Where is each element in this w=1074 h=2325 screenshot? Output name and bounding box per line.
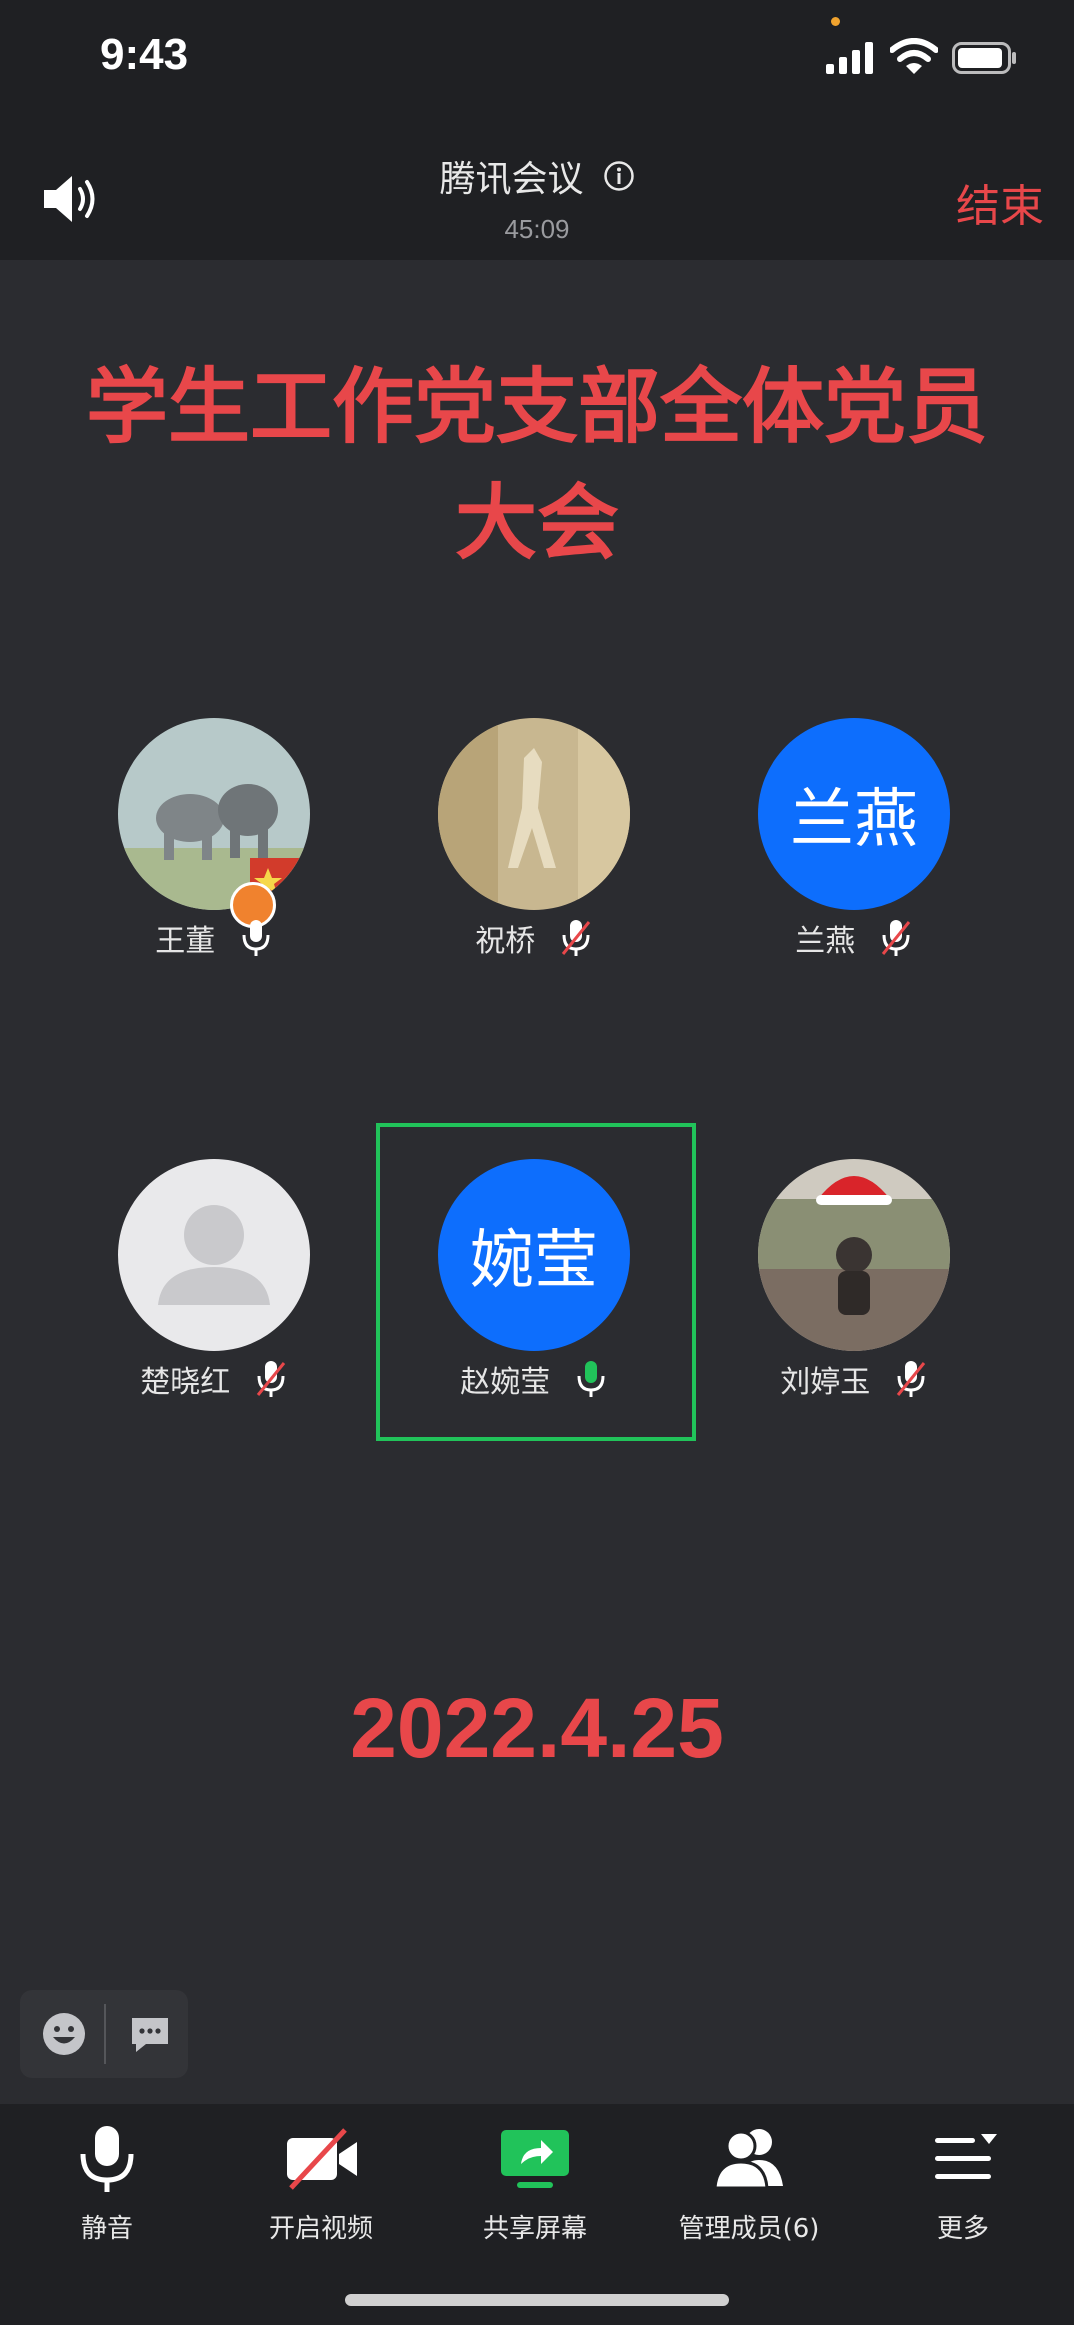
info-icon[interactable] xyxy=(603,160,635,192)
avatar xyxy=(438,718,630,910)
meeting-duration: 45:09 xyxy=(504,214,570,244)
participant-name-row: 赵婉莹 xyxy=(358,1357,710,1401)
avatar xyxy=(758,1159,950,1351)
avatar-initials: 婉莹 xyxy=(470,1224,598,1298)
participant-name: 楚晓红 xyxy=(140,1365,231,1400)
avatar-initials: 兰燕 xyxy=(790,783,918,857)
chat-icon[interactable] xyxy=(126,2010,174,2058)
share-screen-label: 共享屏幕 xyxy=(482,2214,587,2244)
more-label: 更多 xyxy=(936,2214,989,2244)
manage-members-label: 管理成员(6) xyxy=(678,2214,820,2244)
more-menu-icon xyxy=(935,2134,997,2179)
reaction-bar xyxy=(20,1990,188,2078)
mute-button[interactable]: 静音 xyxy=(0,2124,214,2244)
participant-tile[interactable]: 楚晓红 xyxy=(38,1159,358,1479)
video-off-icon xyxy=(287,2128,357,2190)
mic-muted-icon xyxy=(256,1361,285,1397)
participant-name: 兰燕 xyxy=(795,924,856,959)
participant-name-row: 祝桥 xyxy=(358,916,710,960)
home-indicator[interactable] xyxy=(345,2294,729,2306)
avatar xyxy=(118,1159,310,1351)
participant-tile[interactable]: 刘婷玉 xyxy=(678,1159,998,1479)
more-button[interactable]: 更多 xyxy=(856,2124,1070,2244)
status-bar: 9:43 xyxy=(0,0,1074,130)
banner-line-2: 大会 xyxy=(454,476,619,571)
mic-on-icon xyxy=(242,920,270,956)
status-time: 9:43 xyxy=(100,30,189,79)
participant-tile[interactable]: 王董 xyxy=(38,718,358,1038)
participant-tile[interactable]: 兰燕 兰燕 xyxy=(678,718,998,1038)
mic-muted-icon xyxy=(561,920,590,956)
participant-name: 祝桥 xyxy=(475,924,536,959)
participant-name-row: 王董 xyxy=(38,916,390,960)
banner-line-1: 学生工作党支部全体党员 xyxy=(85,360,988,455)
start-video-button[interactable]: 开启视频 xyxy=(214,2124,428,2244)
avatar: 婉莹 xyxy=(438,1159,630,1351)
participant-tile-active[interactable]: 婉莹 赵婉莹 xyxy=(358,1159,678,1479)
mic-muted-icon xyxy=(896,1361,925,1397)
members-icon xyxy=(713,2129,783,2190)
default-person-icon xyxy=(158,1205,270,1305)
participant-name: 赵婉莹 xyxy=(460,1365,551,1400)
participant-name: 刘婷玉 xyxy=(780,1365,871,1400)
meeting-banner: 学生工作党支部全体党员 大会 xyxy=(60,350,1014,582)
christmas-hat-photo-icon xyxy=(758,1159,950,1351)
bottom-toolbar: 静音 开启视频 共享屏幕 管理成员(6) 更多 xyxy=(0,2104,1074,2325)
cellular-signal-icon xyxy=(826,42,873,74)
participant-tile[interactable]: 祝桥 xyxy=(358,718,678,1038)
meeting-title: 腾讯会议 xyxy=(439,159,584,200)
wifi-icon xyxy=(890,38,938,74)
emoji-icon[interactable] xyxy=(38,2008,90,2060)
battery-icon xyxy=(952,42,1016,74)
manage-members-button[interactable]: 管理成员(6) xyxy=(642,2124,856,2244)
microphone-icon xyxy=(80,2126,134,2192)
participant-name-row: 楚晓红 xyxy=(38,1357,390,1401)
divider xyxy=(104,2004,106,2064)
avatar xyxy=(118,718,310,910)
orange-dot-indicator-icon xyxy=(831,17,840,26)
avatar: 兰燕 xyxy=(758,718,950,910)
elephant-photo-icon xyxy=(118,718,310,910)
deer-painting-photo-icon xyxy=(438,718,630,910)
meeting-title-group[interactable]: 腾讯会议 xyxy=(0,150,1074,202)
mic-muted-icon xyxy=(881,920,910,956)
mute-label: 静音 xyxy=(80,2214,133,2244)
share-screen-button[interactable]: 共享屏幕 xyxy=(428,2124,642,2244)
share-screen-icon xyxy=(501,2130,569,2188)
end-meeting-button[interactable]: 结束 xyxy=(956,170,1044,234)
participant-name-row: 刘婷玉 xyxy=(678,1357,1030,1401)
meeting-date: 2022.4.25 xyxy=(350,1681,724,1775)
start-video-label: 开启视频 xyxy=(268,2214,373,2244)
meeting-header: 腾讯会议 45:09 结束 xyxy=(0,130,1074,260)
participant-name-row: 兰燕 xyxy=(678,916,1030,960)
mic-speaking-icon xyxy=(577,1361,605,1397)
participant-name: 王董 xyxy=(155,924,216,959)
